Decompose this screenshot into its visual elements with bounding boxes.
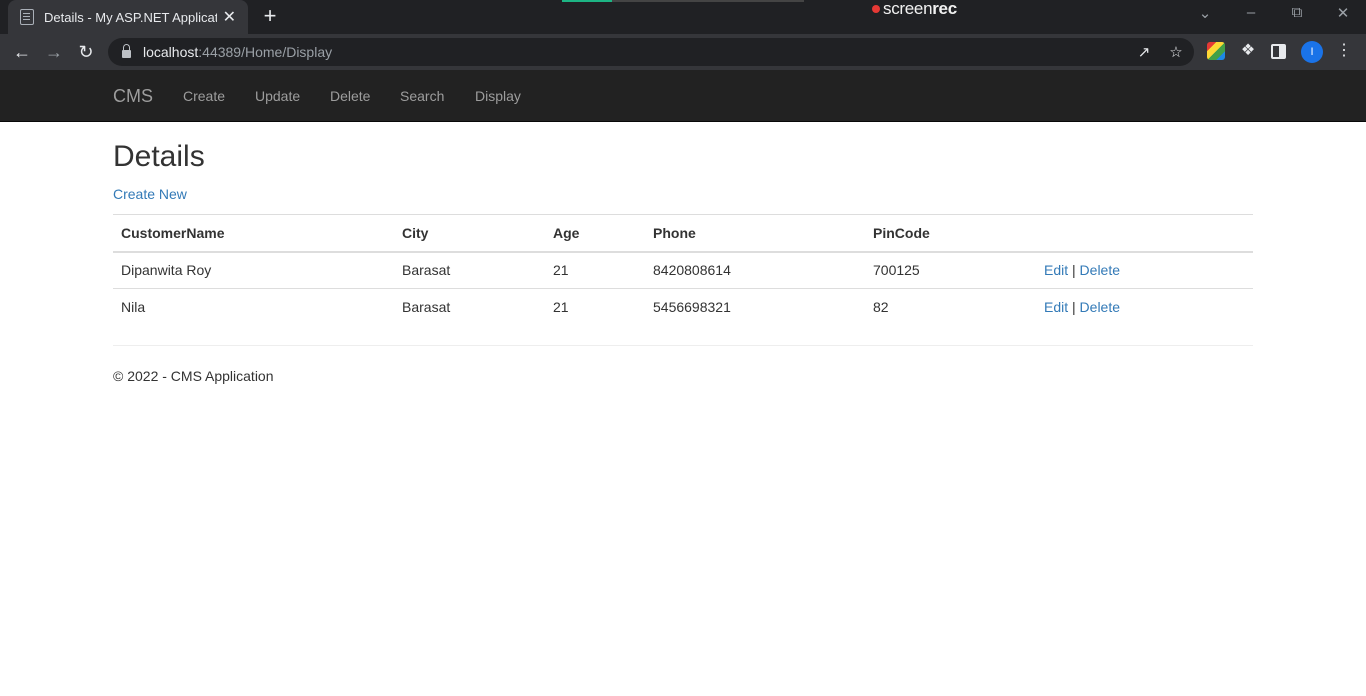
cell-pincode: 700125: [865, 251, 1036, 289]
cell-name: Nila: [113, 288, 394, 326]
screenrec-logo: screen rec: [872, 0, 957, 18]
sidepanel-icon[interactable]: [1271, 44, 1286, 59]
cell-age: 21: [545, 288, 645, 326]
cell-city: Barasat: [394, 288, 545, 326]
cell-phone: 8420808614: [645, 251, 865, 289]
screenrec-brand-b: rec: [932, 0, 957, 18]
close-window-icon[interactable]: ✕: [1331, 4, 1355, 22]
page-title: Details: [113, 140, 205, 173]
puzzle-icon[interactable]: ❖: [1239, 42, 1257, 60]
edit-link[interactable]: Edit: [1044, 262, 1068, 278]
footer-text: © 2022 - CMS Application: [113, 368, 274, 384]
tab-search-icon[interactable]: ⌄: [1193, 4, 1217, 22]
nav-delete[interactable]: Delete: [330, 88, 370, 104]
header-customername: CustomerName: [113, 214, 394, 253]
delete-link[interactable]: Delete: [1080, 262, 1120, 278]
reload-icon[interactable]: ↻: [74, 40, 98, 64]
header-age: Age: [545, 214, 645, 253]
browser-toolbar: ← → ↻ localhost:44389/Home/Display ↗ ☆ ❖…: [0, 34, 1366, 70]
back-icon[interactable]: ←: [10, 40, 34, 64]
cell-name: Dipanwita Roy: [113, 251, 394, 289]
cell-city: Barasat: [394, 251, 545, 289]
nav-create[interactable]: Create: [183, 88, 225, 104]
footer-divider: [113, 345, 1253, 346]
cell-actions: Edit | Delete: [1036, 251, 1253, 289]
create-new-link[interactable]: Create New: [113, 186, 187, 202]
nav-update[interactable]: Update: [255, 88, 300, 104]
delete-link[interactable]: Delete: [1080, 299, 1120, 315]
table-header-row: CustomerName City Age Phone PinCode: [113, 214, 1253, 253]
extension-icon[interactable]: [1207, 42, 1225, 60]
table-row: Dipanwita Roy Barasat 21 8420808614 7001…: [113, 251, 1253, 289]
restore-icon[interactable]: ⧉: [1285, 4, 1309, 21]
header-city: City: [394, 214, 545, 253]
action-separator: |: [1072, 262, 1076, 279]
forward-icon[interactable]: →: [42, 40, 66, 64]
action-separator: |: [1072, 299, 1076, 316]
star-icon[interactable]: ☆: [1166, 43, 1186, 61]
header-actions: [1036, 214, 1253, 253]
nav-search[interactable]: Search: [400, 88, 444, 104]
url-text[interactable]: localhost:44389/Home/Display: [143, 44, 332, 60]
cell-age: 21: [545, 251, 645, 289]
page-icon: [20, 9, 34, 25]
avatar[interactable]: I: [1301, 41, 1323, 63]
record-dot-icon: [872, 4, 880, 13]
close-icon[interactable]: ✕: [223, 7, 236, 27]
minimize-icon[interactable]: –: [1239, 4, 1263, 21]
nav-display[interactable]: Display: [475, 88, 521, 104]
screenrec-brand-a: screen: [883, 0, 933, 18]
address-bar[interactable]: localhost:44389/Home/Display ↗ ☆: [108, 38, 1194, 66]
cell-pincode: 82: [865, 288, 1036, 326]
cell-actions: Edit | Delete: [1036, 288, 1253, 326]
tab-title: Details - My ASP.NET Application: [44, 9, 217, 25]
share-icon[interactable]: ↗: [1134, 43, 1154, 61]
browser-tab[interactable]: Details - My ASP.NET Application ✕: [8, 0, 248, 34]
header-pincode: PinCode: [865, 214, 1036, 253]
browser-tabstrip: Details - My ASP.NET Application ✕ + scr…: [0, 0, 1366, 34]
plus-icon[interactable]: +: [258, 4, 282, 28]
site-navbar: CMS Create Update Delete Search Display: [0, 70, 1366, 122]
header-phone: Phone: [645, 214, 865, 253]
customers-table: CustomerName City Age Phone PinCode Dipa…: [113, 214, 1253, 326]
edit-link[interactable]: Edit: [1044, 299, 1068, 315]
recorder-progress: [562, 0, 804, 2]
navbar-brand[interactable]: CMS: [113, 86, 153, 107]
menu-icon[interactable]: ⋮: [1335, 42, 1353, 60]
cell-phone: 5456698321: [645, 288, 865, 326]
table-row: Nila Barasat 21 5456698321 82 Edit | Del…: [113, 288, 1253, 326]
lock-icon: [122, 44, 131, 58]
